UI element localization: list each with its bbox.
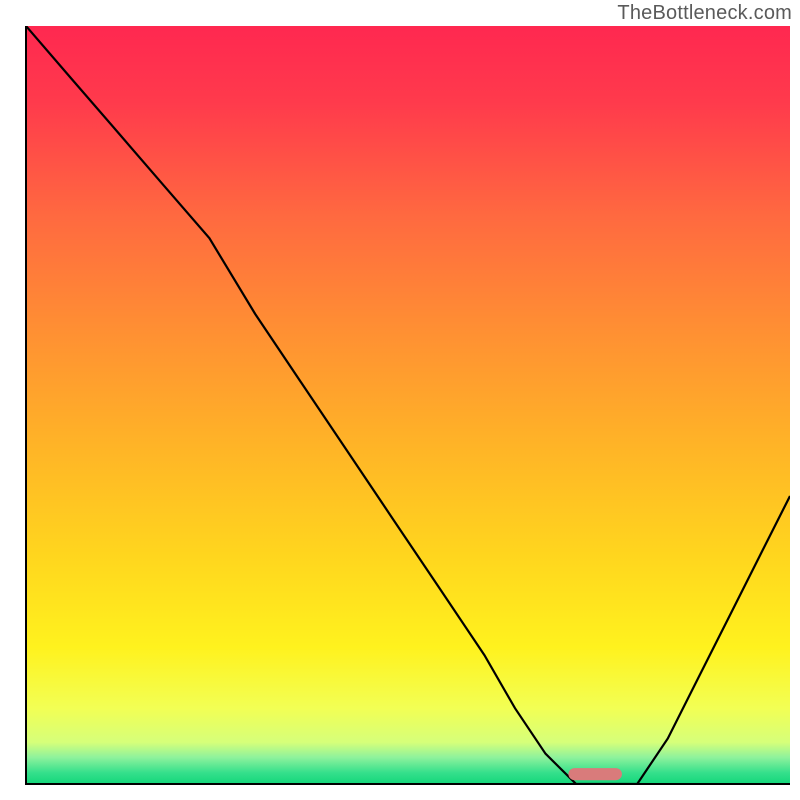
bottleneck-chart — [0, 0, 800, 800]
optimal-range-marker — [568, 768, 621, 780]
plot-background — [26, 26, 790, 784]
chart-container: TheBottleneck.com — [0, 0, 800, 800]
watermark-text: TheBottleneck.com — [617, 2, 792, 25]
